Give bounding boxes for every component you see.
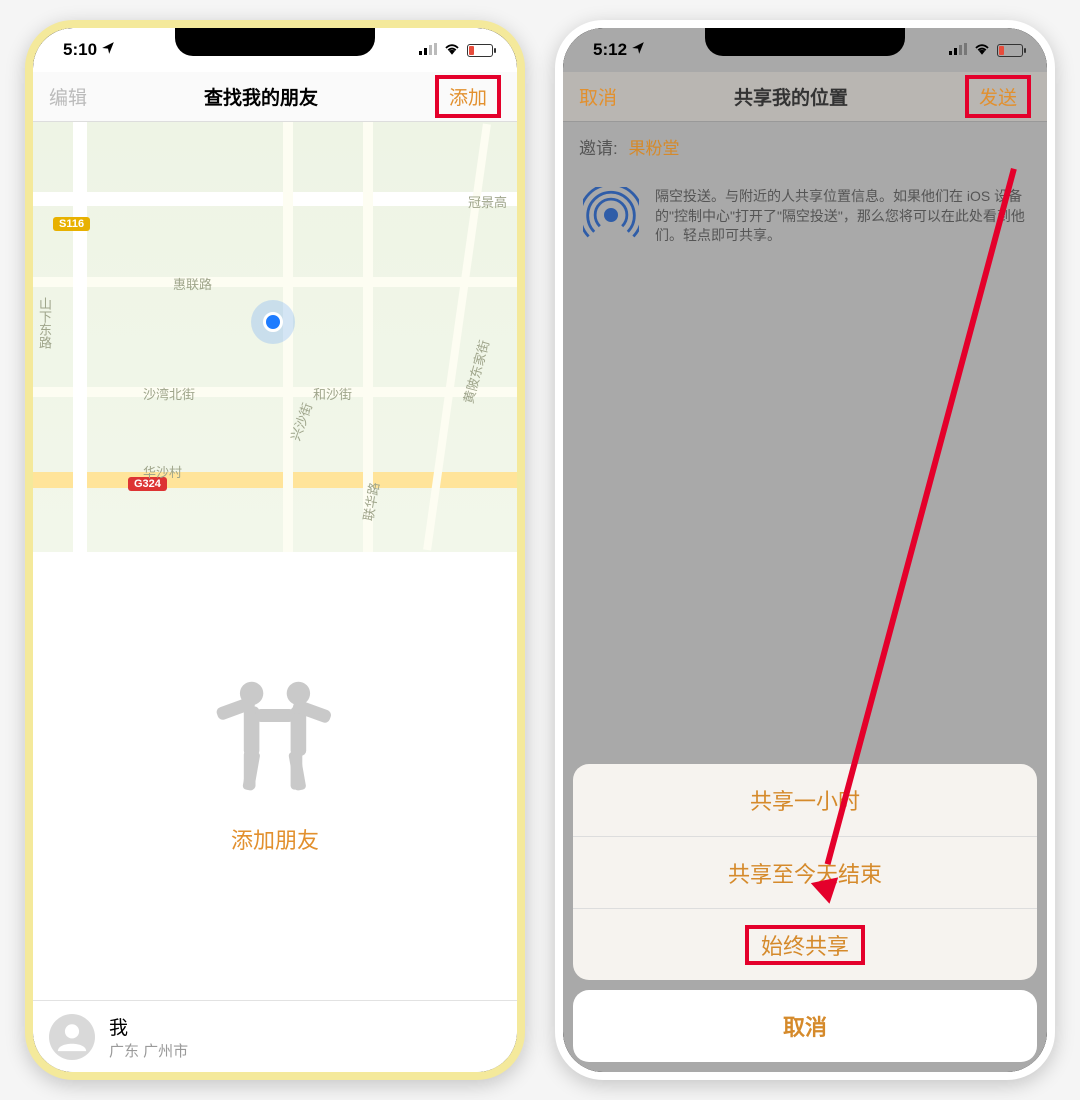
sheet-cancel-button[interactable]: 取消 (573, 990, 1037, 1062)
nav-bar: 取消 共享我的位置 发送 (563, 72, 1047, 122)
my-location-dot (263, 312, 283, 332)
status-time: 5:12 (593, 40, 627, 60)
share-until-end-of-day-button[interactable]: 共享至今天结束 (573, 836, 1037, 908)
friends-icon (210, 670, 340, 805)
share-one-hour-button[interactable]: 共享一小时 (573, 764, 1037, 836)
edit-button[interactable]: 编辑 (49, 83, 87, 110)
map-view[interactable]: S116 G324 冠景高 惠联路 沙湾北街 和沙街 华沙村 山下东路 兴沙街 … (33, 122, 517, 552)
add-button[interactable]: 添加 (435, 75, 501, 118)
cancel-button[interactable]: 取消 (579, 83, 617, 110)
notch (705, 28, 905, 56)
map-label: 山下东路 (35, 297, 54, 349)
nav-title: 查找我的朋友 (204, 83, 318, 110)
phone-left: 5:10 编辑 查找我的朋友 添加 (25, 20, 525, 1080)
battery-icon (997, 44, 1023, 57)
map-label: 惠联路 (173, 274, 212, 293)
avatar-icon (49, 1014, 95, 1060)
nav-title: 共享我的位置 (734, 83, 848, 110)
wifi-icon (973, 40, 991, 60)
status-time: 5:10 (63, 40, 97, 60)
airdrop-section: 隔空投送。与附近的人共享位置信息。如果他们在 iOS 设备的"控制中心"打开了"… (563, 171, 1047, 264)
notch (175, 28, 375, 56)
wifi-icon (443, 40, 461, 60)
me-name: 我 (109, 1013, 188, 1040)
me-row[interactable]: 我 广东 广州市 (33, 1000, 517, 1072)
share-indefinitely-highlight: 始终共享 (745, 925, 865, 965)
airdrop-description: 隔空投送。与附近的人共享位置信息。如果他们在 iOS 设备的"控制中心"打开了"… (655, 187, 1027, 246)
share-indefinitely-button[interactable]: 始终共享 (573, 908, 1037, 980)
airdrop-icon (583, 187, 639, 248)
map-label: 和沙街 (313, 384, 352, 403)
friends-panel: 添加朋友 (33, 552, 517, 972)
nav-bar: 编辑 查找我的朋友 添加 (33, 72, 517, 122)
invite-row[interactable]: 邀请: 果粉堂 (563, 122, 1047, 171)
cellular-icon (949, 40, 967, 60)
location-arrow-icon (101, 40, 115, 60)
me-location: 广东 广州市 (109, 1040, 188, 1061)
annotation-arrow (825, 168, 1017, 865)
map-label: 华沙村 (143, 462, 182, 481)
phone-right: 5:12 取消 共享我的位置 发送 邀请: 果粉堂 (555, 20, 1055, 1080)
location-arrow-icon (631, 40, 645, 60)
cellular-icon (419, 40, 437, 60)
highway-badge-s116: S116 (53, 217, 90, 231)
add-friend-button[interactable]: 添加朋友 (231, 823, 319, 855)
invite-contact: 果粉堂 (628, 139, 679, 158)
invite-label: 邀请: (579, 139, 618, 158)
action-sheet: 共享一小时 共享至今天结束 始终共享 取消 (573, 764, 1037, 1062)
send-button[interactable]: 发送 (965, 75, 1031, 118)
battery-icon (467, 44, 493, 57)
map-label: 冠景高 (468, 192, 507, 211)
map-label: 沙湾北街 (143, 384, 195, 403)
